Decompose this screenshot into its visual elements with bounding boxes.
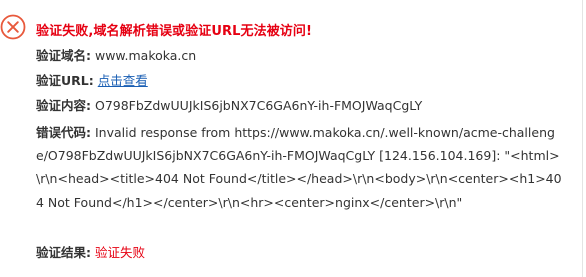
domain-row: 验证域名: www.makoka.cn <box>36 45 196 67</box>
error-code-value: Invalid response from https://www.makoka… <box>36 125 562 210</box>
domain-label: 验证域名: <box>36 48 91 63</box>
url-label: 验证URL: <box>36 73 94 88</box>
domain-value: www.makoka.cn <box>94 48 197 63</box>
verification-error-headline: 验证失败,域名解析错误或验证URL无法被访问! <box>36 24 313 39</box>
url-row: 验证URL: 点击查看 <box>36 70 148 92</box>
content-label: 验证内容: <box>36 98 91 113</box>
result-row: 验证结果: 验证失败 <box>36 242 145 264</box>
error-circle-x-icon <box>0 14 26 40</box>
content-value: O798FbZdwUUJkIS6jbNX7C6GA6nY-ih-FMOJWaqC… <box>94 98 423 113</box>
view-url-link[interactable]: 点击查看 <box>98 73 148 88</box>
error-code-label: 错误代码: <box>36 125 91 140</box>
result-value: 验证失败 <box>94 245 145 260</box>
content-row: 验证内容: O798FbZdwUUJkIS6jbNX7C6GA6nY-ih-FM… <box>36 95 422 117</box>
error-code-row: 错误代码: Invalid response from https://www.… <box>36 121 562 214</box>
panel-divider <box>582 0 583 277</box>
result-label: 验证结果: <box>36 245 91 260</box>
verification-result-panel: 验证失败,域名解析错误或验证URL无法被访问! 验证域名: www.makoka… <box>0 0 586 277</box>
